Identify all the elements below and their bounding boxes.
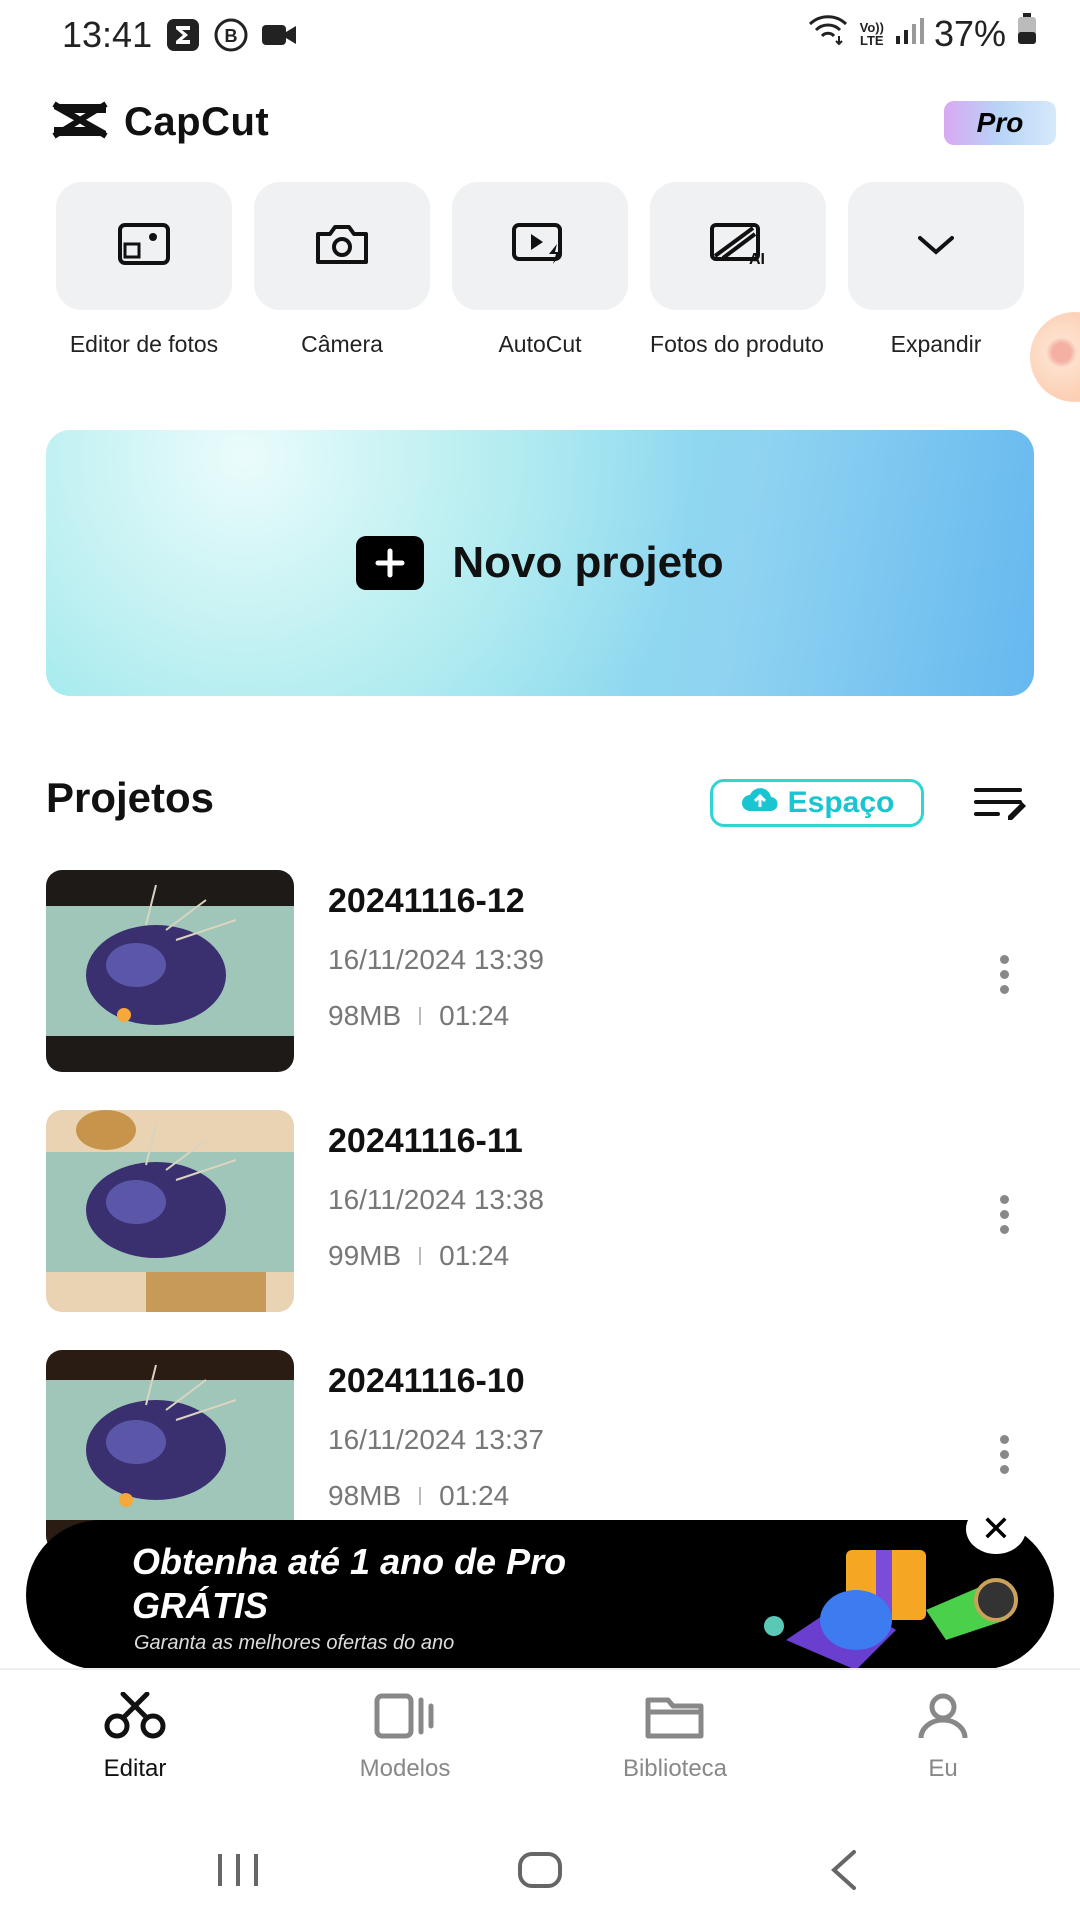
separator: [419, 1247, 422, 1265]
bottom-nav: Editar Modelos Biblioteca Eu: [0, 1668, 1080, 1790]
product-photo-ai-icon: AI: [709, 222, 767, 271]
photo-editor-label: Editor de fotos: [69, 331, 219, 357]
promo-title: Obtenha até 1 ano de Pro GRÁTIS: [132, 1540, 566, 1628]
project-thumbnail[interactable]: [46, 870, 294, 1072]
camera-label: Câmera: [301, 331, 383, 357]
status-bar: 13:41 B Vo)) LTE 37%: [0, 0, 1080, 72]
autocut-button[interactable]: [452, 182, 628, 310]
project-size: 98MB: [328, 1000, 402, 1031]
svg-text:B: B: [225, 26, 238, 46]
product-photos-button[interactable]: AI: [650, 182, 826, 310]
camera-button[interactable]: [254, 182, 430, 310]
photo-editor-icon: [117, 222, 171, 271]
close-icon[interactable]: ✕: [966, 1504, 1026, 1554]
nav-editar[interactable]: Editar: [35, 1691, 235, 1783]
app-name: CapCut: [124, 100, 270, 144]
nav-modelos-label: Modelos: [359, 1755, 451, 1782]
manage-projects-icon[interactable]: [974, 786, 1028, 825]
project-date: 16/11/2024 13:39: [328, 944, 544, 975]
more-options-icon[interactable]: [1000, 1435, 1012, 1480]
camera-icon: [314, 222, 370, 271]
wifi-icon: [806, 12, 850, 55]
b-app-icon: B: [214, 18, 248, 52]
space-button[interactable]: Espaço: [710, 779, 924, 827]
project-duration: 01:24: [439, 1000, 510, 1031]
project-date: 16/11/2024 13:38: [328, 1184, 544, 1215]
nav-eu[interactable]: Eu: [843, 1692, 1043, 1783]
scissors-icon: [103, 1691, 167, 1747]
project-name: 20241116-10: [328, 1362, 525, 1400]
project-size: 98MB: [328, 1480, 402, 1511]
battery-icon: [1016, 12, 1038, 55]
separator: [419, 1487, 422, 1505]
nav-modelos[interactable]: Modelos: [305, 1692, 505, 1783]
product-photos-label: Fotos do produto: [650, 331, 824, 357]
project-meta: 99MB 01:24: [328, 1240, 509, 1272]
new-project-label: Novo projeto: [452, 538, 724, 587]
video-camera-icon: [260, 18, 296, 52]
project-size: 99MB: [328, 1240, 402, 1271]
home-icon[interactable]: [516, 1850, 564, 1895]
recent-apps-icon[interactable]: [214, 1850, 264, 1895]
volte-icon: Vo)) LTE: [859, 19, 884, 48]
new-project-button[interactable]: Novo projeto: [46, 430, 1034, 696]
user-icon: [911, 1692, 975, 1747]
promo-title-line2: GRÁTIS: [132, 1585, 269, 1626]
project-thumbnail[interactable]: [46, 1110, 294, 1312]
templates-icon: [373, 1692, 437, 1747]
expand-button[interactable]: [848, 182, 1024, 310]
capcut-logo: CapCut: [50, 100, 269, 145]
svg-text:AI: AI: [749, 251, 765, 266]
status-time: 13:41: [62, 14, 153, 55]
promo-subtitle: Garanta as melhores ofertas do ano: [134, 1632, 455, 1654]
project-meta: 98MB 01:24: [328, 1480, 509, 1512]
pro-badge[interactable]: Pro: [944, 101, 1056, 145]
capcut-logo-icon: [50, 100, 110, 145]
nav-eu-label: Eu: [928, 1755, 958, 1782]
space-label: Espaço: [787, 786, 895, 819]
chevron-down-icon: [916, 232, 956, 261]
project-date: 16/11/2024 13:37: [328, 1424, 544, 1455]
cloud-upload-icon: [740, 784, 780, 822]
autocut-label: AutoCut: [498, 331, 582, 357]
status-right: Vo)) LTE 37%: [806, 12, 1038, 55]
projects-title: Projetos: [46, 774, 215, 821]
system-nav-bar: [0, 1820, 1080, 1920]
project-name: 20241116-11: [328, 1122, 523, 1160]
floating-assistant-bubble[interactable]: [1030, 312, 1080, 402]
back-icon[interactable]: [826, 1848, 862, 1897]
folder-icon: [643, 1692, 707, 1747]
more-options-icon[interactable]: [1000, 1195, 1012, 1240]
more-options-icon[interactable]: [1000, 955, 1012, 1000]
photo-editor-button[interactable]: [56, 182, 232, 310]
nav-biblioteca-label: Biblioteca: [622, 1755, 728, 1782]
autocut-icon: [511, 222, 569, 271]
sigma-app-icon: [166, 18, 200, 52]
project-name: 20241116-12: [328, 882, 525, 920]
nav-editar-label: Editar: [103, 1755, 167, 1782]
expand-label: Expandir: [890, 331, 982, 357]
promo-banner[interactable]: Obtenha até 1 ano de Pro GRÁTIS Garanta …: [26, 1520, 1054, 1670]
project-duration: 01:24: [439, 1480, 510, 1511]
battery-percent: 37%: [933, 12, 1006, 54]
project-meta: 98MB 01:24: [328, 1000, 509, 1032]
separator: [419, 1007, 422, 1025]
plus-icon: [356, 536, 425, 590]
promo-title-line1: Obtenha até 1 ano de Pro: [132, 1541, 567, 1582]
project-duration: 01:24: [439, 1240, 510, 1271]
signal-icon: [894, 13, 924, 55]
nav-biblioteca[interactable]: Biblioteca: [575, 1692, 775, 1783]
